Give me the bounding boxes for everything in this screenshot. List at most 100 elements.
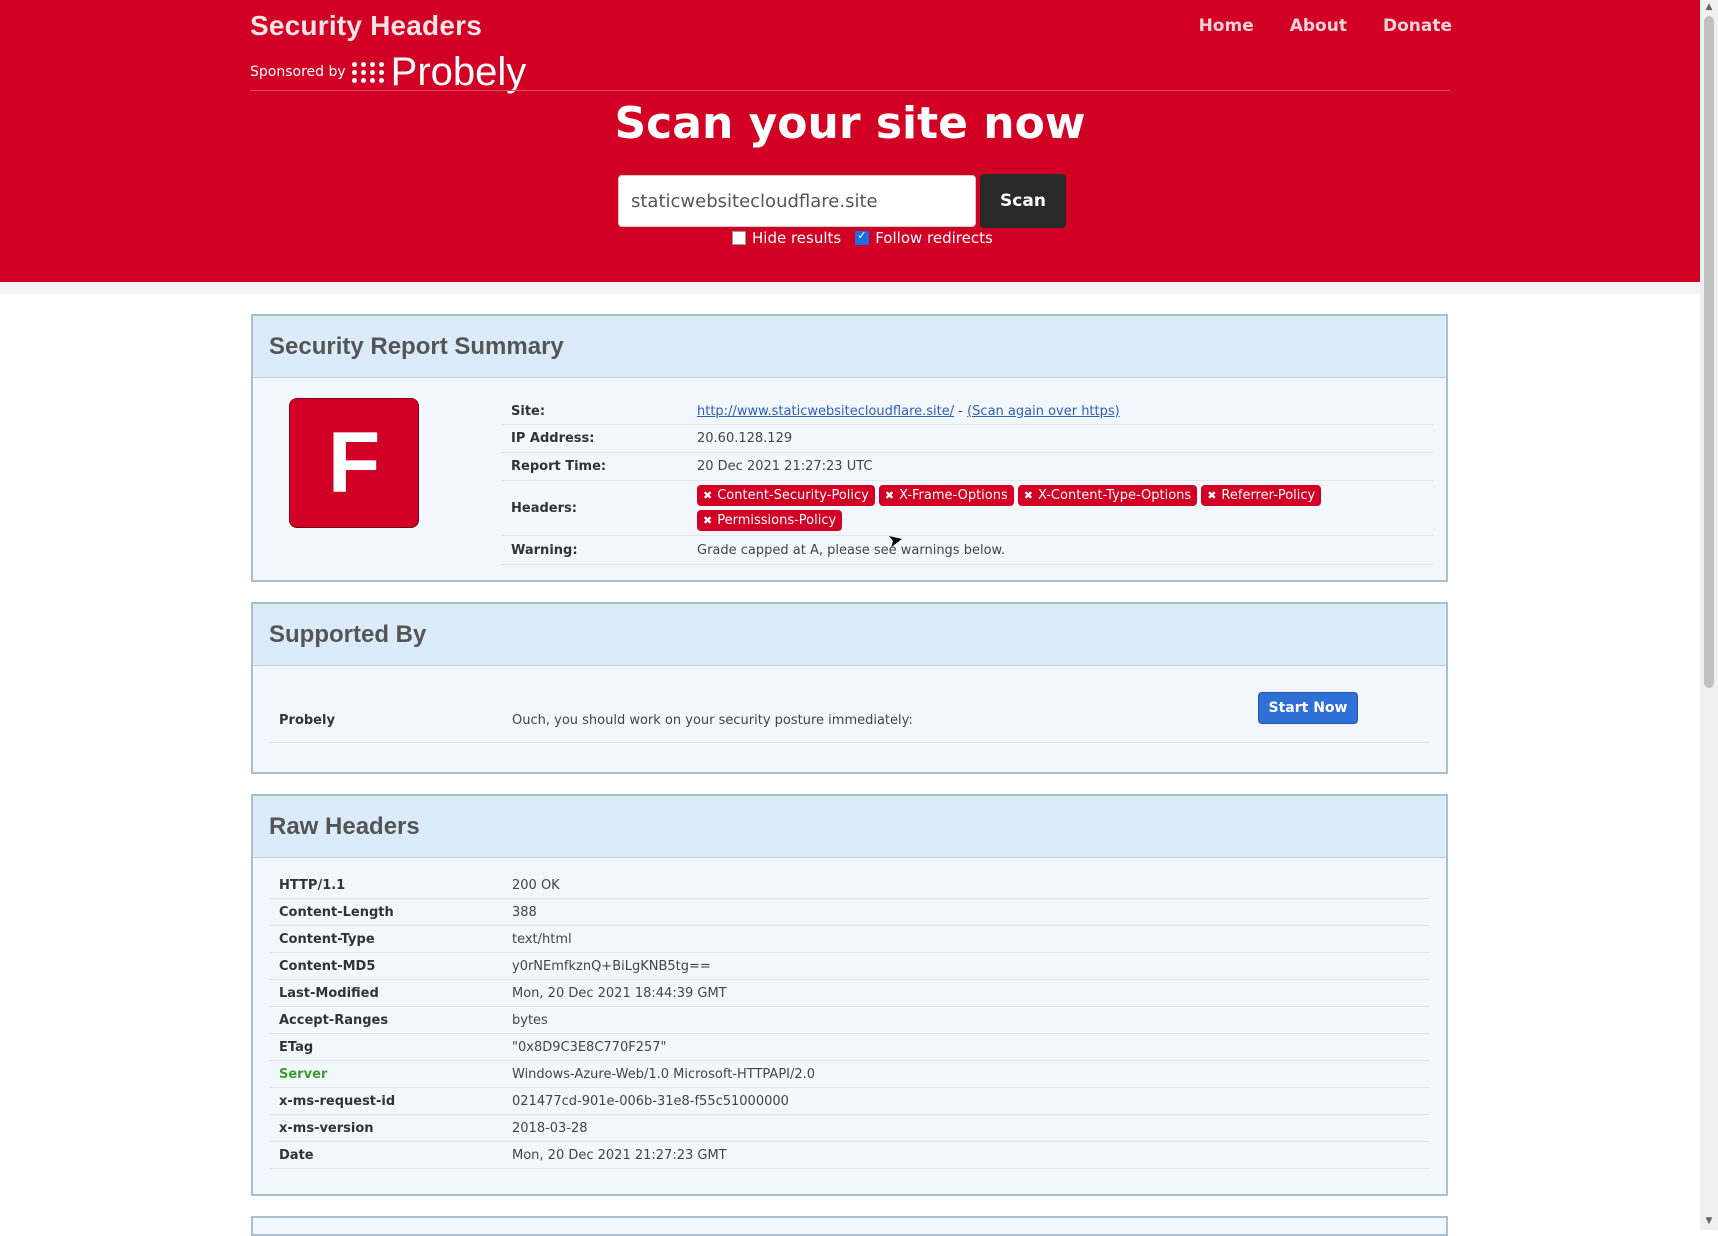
nav-about[interactable]: About <box>1290 16 1347 36</box>
probely-logo-text[interactable]: Probely <box>391 52 527 92</box>
hide-results-option[interactable]: Hide results <box>732 229 841 247</box>
header-value: "0x8D9C3E8C770F257" <box>512 1039 667 1055</box>
ip-value: 20.60.128.129 <box>697 431 793 446</box>
table-row: Content-Length 388 <box>269 899 1429 926</box>
time-value: 20 Dec 2021 21:27:23 UTC <box>697 459 873 474</box>
header-value: 388 <box>512 904 537 920</box>
table-row: x-ms-request-id 021477cd-901e-006b-31e8-f… <box>269 1088 1429 1115</box>
scroll-up-icon[interactable]: ▲ <box>1704 2 1714 14</box>
cross-icon: ✖ <box>884 489 895 502</box>
header-name: Date <box>279 1147 314 1163</box>
header-name: Last-Modified <box>279 985 379 1001</box>
table-row: Last-Modified Mon, 20 Dec 2021 18:44:39 G… <box>269 980 1429 1007</box>
follow-redirects-option[interactable]: Follow redirects <box>855 229 993 247</box>
summary-row-headers: Headers: ✖ Content-Security-Policy ✖ X-Fra… <box>501 481 1433 536</box>
header-value: y0rNEmfkznQ+BiLgKNB5tg== <box>512 958 711 974</box>
header-value: Mon, 20 Dec 2021 18:44:39 GMT <box>512 985 727 1001</box>
start-now-button[interactable]: Start Now <box>1258 692 1358 724</box>
table-row: HTTP/1.1 200 OK <box>269 872 1429 899</box>
hide-results-checkbox[interactable] <box>732 231 746 245</box>
header-name: x-ms-request-id <box>279 1093 396 1109</box>
warning-label: Warning: <box>511 542 578 558</box>
scan-url-input[interactable] <box>618 175 976 227</box>
site-separator: - <box>954 403 968 419</box>
header-value: 2018-03-28 <box>512 1120 588 1136</box>
supported-row: Probely Ouch, you should work on your se… <box>269 692 1429 743</box>
table-row: Accept-Ranges bytes <box>269 1007 1429 1034</box>
summary-panel: Security Report Summary F Site: http://w… <box>251 314 1448 582</box>
header-value: 021477cd-901e-006b-31e8-f55c51000000 <box>512 1093 789 1109</box>
tag-label: Referrer-Policy <box>1221 488 1316 503</box>
header-name: Content-MD5 <box>279 958 376 974</box>
supported-panel: Supported By Probely Ouch, you should wo… <box>251 602 1448 774</box>
supporter-name: Probely <box>279 712 335 728</box>
next-panel <box>251 1216 1448 1236</box>
header-divider <box>250 90 1450 91</box>
cross-icon: ✖ <box>1207 489 1217 502</box>
top-nav: Home About Donate <box>1199 16 1452 36</box>
header-name: HTTP/1.1 <box>279 877 346 893</box>
missing-header-tag[interactable]: ✖ X-Content-Type-Options <box>1017 485 1198 506</box>
header-value: Mon, 20 Dec 2021 21:27:23 GMT <box>512 1147 727 1163</box>
summary-row-ip: IP Address: 20.60.128.129 <box>501 425 1433 453</box>
hero-shadow <box>0 282 1700 294</box>
table-row: Content-MD5 y0rNEmfkznQ+BiLgKNB5tg== <box>269 953 1429 980</box>
raw-headers-panel: Raw Headers HTTP/1.1 200 OK Content-Lengt… <box>251 794 1448 1196</box>
raw-headers-title: Raw Headers <box>253 796 1446 858</box>
header-name: Content-Type <box>279 931 375 947</box>
hero-title: Scan your site now <box>614 98 1086 149</box>
headers-label: Headers: <box>511 500 577 516</box>
table-row: ETag "0x8D9C3E8C770F257" <box>269 1034 1429 1061</box>
scroll-down-icon[interactable]: ▼ <box>1704 1216 1714 1228</box>
ip-label: IP Address: <box>511 431 595 446</box>
hero-banner: Security Headers Sponsored by Probely Ho… <box>0 0 1700 282</box>
header-value: Windows-Azure-Web/1.0 Microsoft-HTTPAPI/… <box>512 1066 816 1082</box>
cross-icon: ✖ <box>1023 489 1033 502</box>
scan-button[interactable]: Scan <box>980 174 1066 228</box>
scrollbar-thumb[interactable] <box>1704 16 1714 688</box>
header-name: Accept-Ranges <box>279 1012 389 1028</box>
header-name: Content-Length <box>279 904 394 920</box>
page-scrollbar[interactable]: ▲ ▼ <box>1700 0 1718 1230</box>
nav-home[interactable]: Home <box>1199 16 1254 36</box>
table-row: x-ms-version 2018-03-28 <box>269 1115 1429 1142</box>
tag-label: X-Content-Type-Options <box>1037 488 1192 503</box>
scan-options: Hide results Follow redirects <box>732 229 1007 247</box>
tag-label: Content-Security-Policy <box>717 488 869 503</box>
scan-form: Scan <box>618 174 1066 228</box>
brand[interactable]: Security Headers Sponsored by Probely <box>250 10 526 92</box>
table-row: Date Mon, 20 Dec 2021 21:27:23 GMT <box>269 1142 1429 1169</box>
missing-header-tag[interactable]: ✖ Permissions-Policy <box>697 510 843 531</box>
summary-row-site: Site: http://www.staticwebsitecloudflare… <box>501 398 1433 425</box>
summary-table: Site: http://www.staticwebsitecloudflare… <box>501 398 1433 565</box>
brand-title[interactable]: Security Headers <box>250 10 482 42</box>
missing-header-tag[interactable]: ✖ Referrer-Policy <box>1201 485 1322 506</box>
follow-redirects-checkbox[interactable] <box>855 229 870 245</box>
header-value: text/html <box>512 931 572 947</box>
missing-header-tag[interactable]: ✖ Content-Security-Policy <box>697 485 875 506</box>
summary-row-warning: Warning: Grade capped at A, please see w… <box>501 536 1433 565</box>
scan-again-https-link[interactable]: (Scan again over https) <box>967 404 1120 419</box>
header-value: bytes <box>512 1012 548 1028</box>
nav-donate[interactable]: Donate <box>1383 16 1452 36</box>
summary-row-time: Report Time: 20 Dec 2021 21:27:23 UTC <box>501 453 1433 481</box>
grade-badge: F <box>289 398 419 528</box>
site-link[interactable]: http://www.staticwebsitecloudflare.site/ <box>697 404 954 419</box>
cross-icon: ✖ <box>703 489 713 502</box>
tag-label: Permissions-Policy <box>717 513 837 528</box>
probely-logo-icon[interactable] <box>351 61 385 83</box>
supported-title: Supported By <box>253 604 1446 666</box>
site-label: Site: <box>511 403 546 419</box>
cross-icon: ✖ <box>703 514 713 527</box>
header-name-highlighted: Server <box>279 1066 328 1082</box>
sponsored-by-label: Sponsored by <box>250 64 346 80</box>
header-value: 200 OK <box>512 877 560 893</box>
sponsor-line: Sponsored by Probely <box>250 52 526 92</box>
warning-value: Grade capped at A, please see warnings b… <box>697 542 1006 558</box>
missing-header-tag[interactable]: ✖ X-Frame-Options <box>878 485 1014 506</box>
follow-redirects-label: Follow redirects <box>875 229 993 247</box>
header-name: x-ms-version <box>279 1120 374 1136</box>
time-label: Report Time: <box>511 459 607 474</box>
table-row: Server Windows-Azure-Web/1.0 Microsoft-HT… <box>269 1061 1429 1088</box>
site-value: http://www.staticwebsitecloudflare.site/… <box>697 404 1433 419</box>
